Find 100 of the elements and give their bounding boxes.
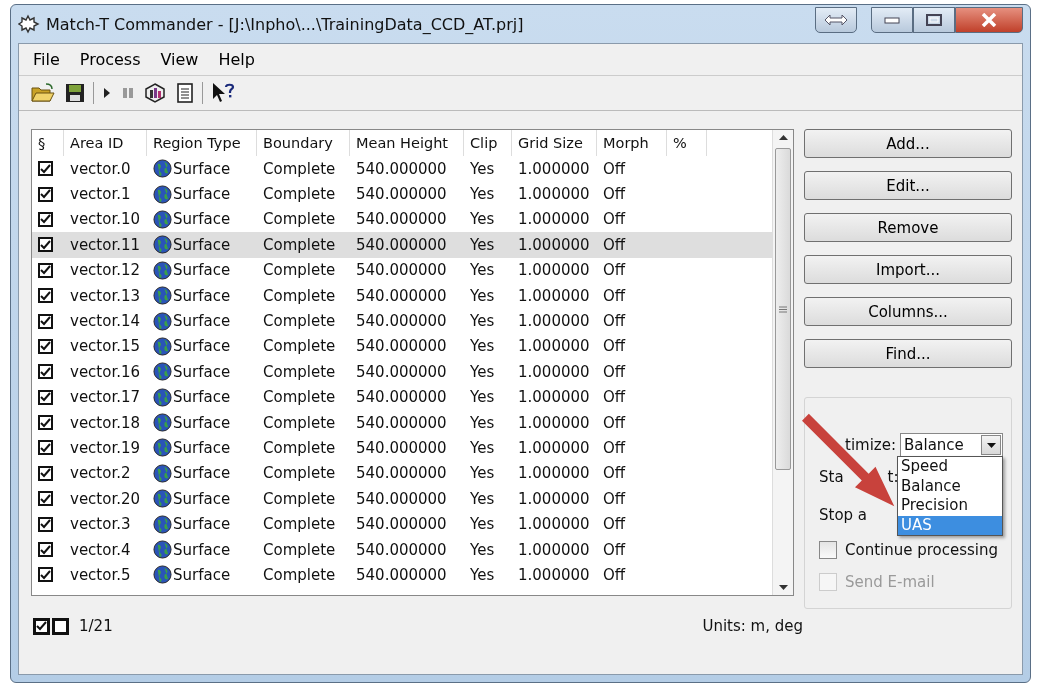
resize-button[interactable]: [815, 7, 857, 33]
column-header[interactable]: Morph: [597, 130, 667, 156]
checkbox[interactable]: [38, 211, 53, 227]
column-header[interactable]: Boundary: [257, 130, 350, 156]
action-button[interactable]: Edit...: [804, 171, 1012, 200]
action-button[interactable]: Columns...: [804, 297, 1012, 326]
menu-item[interactable]: Process: [71, 48, 149, 71]
check-all-button[interactable]: [33, 617, 50, 635]
table-cell: 540.000000: [356, 286, 447, 305]
action-button[interactable]: Remove: [804, 213, 1012, 242]
menu-item[interactable]: Help: [210, 48, 263, 71]
checkbox[interactable]: [38, 364, 53, 380]
scrollbar-thumb[interactable]: [775, 148, 791, 470]
table-row[interactable]: vector.15 Surface Complete 540.000000 Yes 1.000000 Off: [32, 333, 772, 360]
table-cell: 1.000000: [518, 312, 590, 331]
table-cell: 1.000000: [518, 362, 590, 381]
column-header[interactable]: Grid Size: [512, 130, 597, 156]
table-cell: 540.000000: [356, 515, 447, 534]
checkbox[interactable]: [38, 516, 53, 532]
column-header[interactable]: Region Type: [147, 130, 257, 156]
column-header[interactable]: %: [667, 130, 707, 156]
checkbox[interactable]: [38, 542, 53, 558]
optimize-dropdown[interactable]: Balance: [900, 433, 1003, 457]
table-cell: Complete: [263, 210, 336, 229]
table-cell: Yes: [470, 362, 495, 381]
checkbox[interactable]: [38, 161, 53, 177]
checkbox[interactable]: [38, 262, 53, 278]
table-cell: Yes: [470, 388, 495, 407]
column-header[interactable]: Area ID: [64, 130, 147, 156]
checkbox[interactable]: [38, 288, 53, 304]
maximize-button[interactable]: [913, 7, 955, 33]
table-row[interactable]: vector.12 Surface Complete 540.000000 Yes 1.000000 Off: [32, 257, 772, 283]
table-row[interactable]: vector.18 Surface Complete 540.000000 Yes 1.000000 Off: [32, 409, 772, 436]
table-row[interactable]: vector.4 Surface Complete 540.000000 Yes 1.000000 Off: [32, 536, 772, 563]
dropdown-option[interactable]: Speed: [898, 457, 1002, 477]
toolbar-button[interactable]: [142, 81, 168, 105]
column-header[interactable]: §: [32, 130, 64, 156]
dropdown-option[interactable]: Balance: [898, 476, 1002, 496]
table-cell: Complete: [263, 185, 336, 204]
checkbox[interactable]: [38, 338, 53, 354]
checkbox[interactable]: [38, 440, 53, 456]
action-button[interactable]: Find...: [804, 339, 1012, 368]
globe-icon: [153, 438, 172, 458]
table-cell: Yes: [470, 489, 495, 508]
checkbox[interactable]: [38, 313, 53, 329]
double-arrow-icon: [824, 14, 848, 26]
column-header[interactable]: Clip: [464, 130, 512, 156]
table-row[interactable]: vector.16 Surface Complete 540.000000 Yes 1.000000 Off: [32, 359, 772, 385]
table-cell: Yes: [470, 159, 495, 178]
column-header[interactable]: Mean Height: [350, 130, 464, 156]
table-row[interactable]: vector.3 Surface Complete 540.000000 Yes 1.000000 Off: [32, 511, 772, 537]
menu-item[interactable]: File: [25, 48, 68, 71]
checkbox[interactable]: [38, 237, 53, 253]
start-label: t:: [887, 468, 899, 486]
table-cell: Complete: [263, 235, 336, 254]
checkbox[interactable]: [38, 415, 53, 431]
table-cell: vector.10: [70, 210, 141, 229]
table-cell: Off: [603, 388, 626, 407]
toolbar-button[interactable]: [174, 81, 196, 105]
action-button[interactable]: Import...: [804, 255, 1012, 284]
table-cell: vector.12: [70, 261, 141, 280]
table-row[interactable]: vector.0 Surface Complete 540.000000 Yes 1.000000 Off: [32, 156, 772, 182]
table-row[interactable]: vector.13 Surface Complete 540.000000 Yes 1.000000 Off: [32, 282, 772, 309]
table-row[interactable]: vector.17 Surface Complete 540.000000 Yes 1.000000 Off: [32, 384, 772, 410]
table-cell: Surface: [173, 235, 231, 254]
table-row[interactable]: vector.1 Surface Complete 540.000000 Yes 1.000000 Off: [32, 181, 772, 207]
checkbox[interactable]: [38, 186, 53, 202]
action-button[interactable]: Add...: [804, 129, 1012, 158]
table-cell: 1.000000: [518, 489, 590, 508]
minimize-button[interactable]: [871, 7, 913, 33]
dropdown-option[interactable]: Precision: [898, 496, 1002, 516]
table-cell: Yes: [470, 312, 495, 331]
dropdown-button[interactable]: [981, 435, 1001, 455]
table-cell: Surface: [173, 337, 231, 356]
table-cell: Off: [603, 261, 626, 280]
checkbox[interactable]: [38, 465, 53, 481]
table-row[interactable]: vector.19 Surface Complete 540.000000 Yes 1.000000 Off: [32, 435, 772, 461]
globe-icon: [153, 514, 172, 534]
toolbar-button[interactable]: [63, 81, 87, 105]
menu-item[interactable]: View: [152, 48, 207, 71]
table-row[interactable]: vector.14 Surface Complete 540.000000 Yes 1.000000 Off: [32, 308, 772, 334]
checkbox[interactable]: [819, 541, 837, 559]
table-cell: vector.19: [70, 439, 141, 457]
globe-icon: [153, 387, 172, 407]
table-cell: Surface: [173, 388, 231, 407]
uncheck-all-button[interactable]: [52, 617, 69, 635]
table-row[interactable]: vector.10 Surface Complete 540.000000 Yes 1.000000 Off: [32, 206, 772, 233]
table-cell: Off: [603, 540, 626, 559]
checkbox[interactable]: [38, 567, 53, 583]
table-row[interactable]: vector.11 Surface Complete 540.000000 Yes 1.000000 Off: [32, 232, 772, 258]
table-row[interactable]: vector.5 Surface Complete 540.000000 Yes 1.000000 Off: [32, 562, 772, 588]
table-row[interactable]: vector.2 Surface Complete 540.000000 Yes 1.000000 Off: [32, 460, 772, 487]
globe-icon: [153, 336, 172, 356]
globe-icon: [153, 565, 172, 585]
table-row[interactable]: vector.20 Surface Complete 540.000000 Yes 1.000000 Off: [32, 486, 772, 512]
table-cell: Yes: [470, 185, 495, 204]
help-pointer-icon: [211, 82, 237, 104]
checkbox[interactable]: [38, 491, 53, 507]
close-button[interactable]: [955, 7, 1023, 33]
checkbox[interactable]: [38, 389, 53, 405]
